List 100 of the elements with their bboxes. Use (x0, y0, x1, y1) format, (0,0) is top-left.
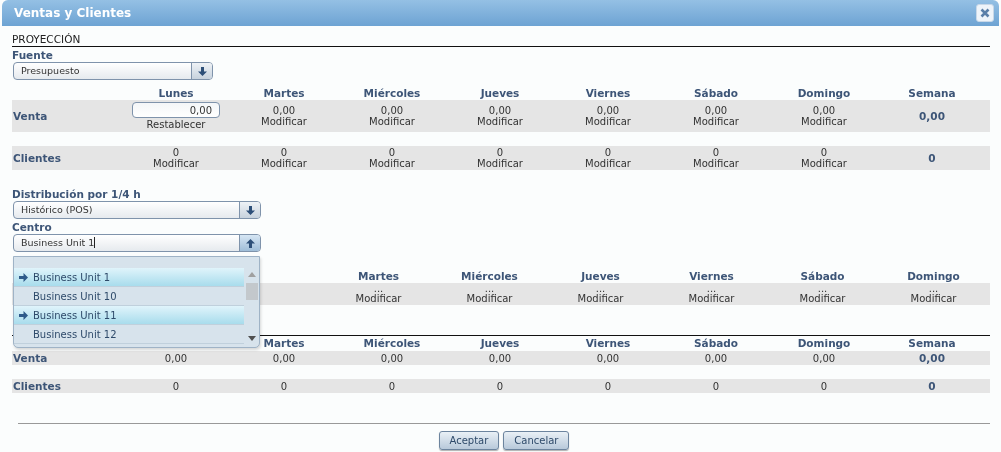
window-title: Ventas y Clientes (14, 6, 132, 20)
modify-link[interactable]: Modificar (477, 158, 523, 169)
modify-link[interactable]: Modificar (801, 116, 847, 127)
cell-value: 0 (712, 380, 720, 392)
down-arrow-icon (245, 205, 255, 215)
cell-value: 0,00 (380, 352, 404, 364)
modify-link[interactable]: Modificar (693, 158, 739, 169)
modify-link[interactable]: Modificar (910, 294, 957, 304)
row-label: Clientes (12, 380, 61, 392)
modify-link[interactable]: Modificar (688, 294, 735, 304)
column-header: Miércoles (363, 336, 421, 351)
source-select[interactable]: Presupuesto (13, 62, 213, 80)
column-header: Semana (908, 336, 956, 351)
cell-value: 0 (280, 147, 288, 158)
cell-value: 0 (820, 380, 828, 392)
column-header: Martes (357, 269, 400, 283)
modify-link[interactable]: Modificar (466, 294, 513, 304)
dropdown-button[interactable] (239, 235, 260, 251)
column-header: Miércoles (363, 86, 421, 100)
column-header: Jueves (480, 86, 520, 100)
modify-link[interactable]: Modificar (369, 116, 415, 127)
column-header: Sábado (800, 269, 845, 283)
reset-link[interactable]: Restablecer (146, 119, 206, 130)
section-title: PROYECCIÓN (12, 26, 990, 47)
week-total: 0 (928, 152, 936, 164)
modify-link[interactable]: Modificar (261, 158, 307, 169)
cell-value: 0 (280, 380, 288, 392)
cell-value: 0 (604, 147, 612, 158)
cell-value: 0,00 (596, 352, 620, 364)
cell-value: 0 (496, 380, 504, 392)
row-label: Venta (12, 352, 48, 364)
cell-value: 0 (820, 147, 828, 158)
week-total: 0 (928, 380, 936, 392)
cell-value: 0,00 (704, 105, 728, 116)
cell-value: 0,00 (704, 352, 728, 364)
dropdown-item[interactable]: Business Unit 12 (14, 325, 244, 344)
cell-value: 0,00 (164, 352, 188, 364)
column-header: Domingo (797, 336, 851, 351)
cell-value: ... (373, 284, 384, 294)
column-header: Viernes (585, 86, 631, 100)
modify-link[interactable]: Modificar (693, 116, 739, 127)
week-total: 0,00 (919, 352, 945, 364)
dropdown-item[interactable]: Business Unit 11 (14, 306, 244, 325)
modify-link[interactable]: Modificar (577, 294, 624, 304)
right-arrow-icon (19, 310, 28, 320)
cell-value: 0 (388, 147, 396, 158)
column-header: Sábado (694, 336, 738, 351)
modify-link[interactable]: Modificar (585, 116, 631, 127)
cell-value: 0,00 (812, 352, 836, 364)
cell-value: 0 (604, 380, 612, 392)
modify-link[interactable]: Modificar (585, 158, 631, 169)
field-label: Centro (12, 221, 53, 234)
dropdown-button[interactable] (191, 63, 212, 79)
column-header: Viernes (585, 336, 631, 351)
cell-value: 0,00 (488, 352, 512, 364)
column-header: Miércoles (461, 269, 518, 283)
modify-link[interactable]: Modificar (801, 158, 847, 169)
dialog-button[interactable]: Aceptar (438, 431, 500, 450)
modify-link[interactable]: Modificar (355, 294, 402, 304)
centre-combo[interactable]: Business Unit 1 (13, 234, 261, 252)
field-label: Distribución por 1/4 h (12, 188, 142, 201)
scroll-thumb[interactable] (245, 283, 258, 300)
modify-link[interactable]: Modificar (261, 116, 307, 127)
cell-value: ... (817, 284, 828, 294)
row-label: Clientes (12, 152, 61, 164)
column-header: Domingo (797, 86, 851, 100)
column-header: Domingo (907, 269, 960, 283)
right-arrow-icon (19, 272, 28, 282)
column-header: Semana (908, 86, 956, 100)
cell-value: 0 (496, 147, 504, 158)
distribution-select[interactable]: Histórico (POS) (13, 201, 261, 219)
scroll-down-icon[interactable] (247, 336, 256, 341)
modify-link[interactable]: Modificar (153, 158, 199, 169)
dropdown-item[interactable]: Business Unit 1 (14, 268, 244, 287)
modify-link[interactable]: Modificar (477, 116, 523, 127)
cell-value: 0 (172, 380, 180, 392)
cell-value: 0,00 (272, 105, 296, 116)
row-label: Venta (12, 110, 48, 122)
week-total: 0,00 (919, 110, 945, 122)
cell-value: ... (484, 284, 495, 294)
cell-value: ... (595, 284, 606, 294)
cell-value: 0,00 (272, 352, 296, 364)
modify-link[interactable]: Modificar (799, 294, 846, 304)
column-header: Lunes (158, 86, 194, 100)
cell-value: 0,00 (596, 105, 620, 116)
modify-link[interactable]: Modificar (369, 158, 415, 169)
close-button[interactable] (976, 4, 994, 22)
close-icon (980, 8, 990, 18)
cell-value: 0 (712, 147, 720, 158)
column-header: Jueves (581, 269, 620, 283)
cell-value: 0 (388, 380, 396, 392)
column-header: Martes (263, 86, 305, 100)
number-input[interactable]: 0,00 (132, 102, 220, 118)
dropdown-button[interactable] (239, 202, 260, 218)
dialog-button[interactable]: Cancelar (503, 431, 570, 450)
cell-value: ... (706, 284, 717, 294)
cell-value: 0,00 (488, 105, 512, 116)
up-arrow-icon (245, 238, 255, 248)
cell-value: 0 (172, 147, 180, 158)
column-header: Viernes (689, 269, 734, 283)
